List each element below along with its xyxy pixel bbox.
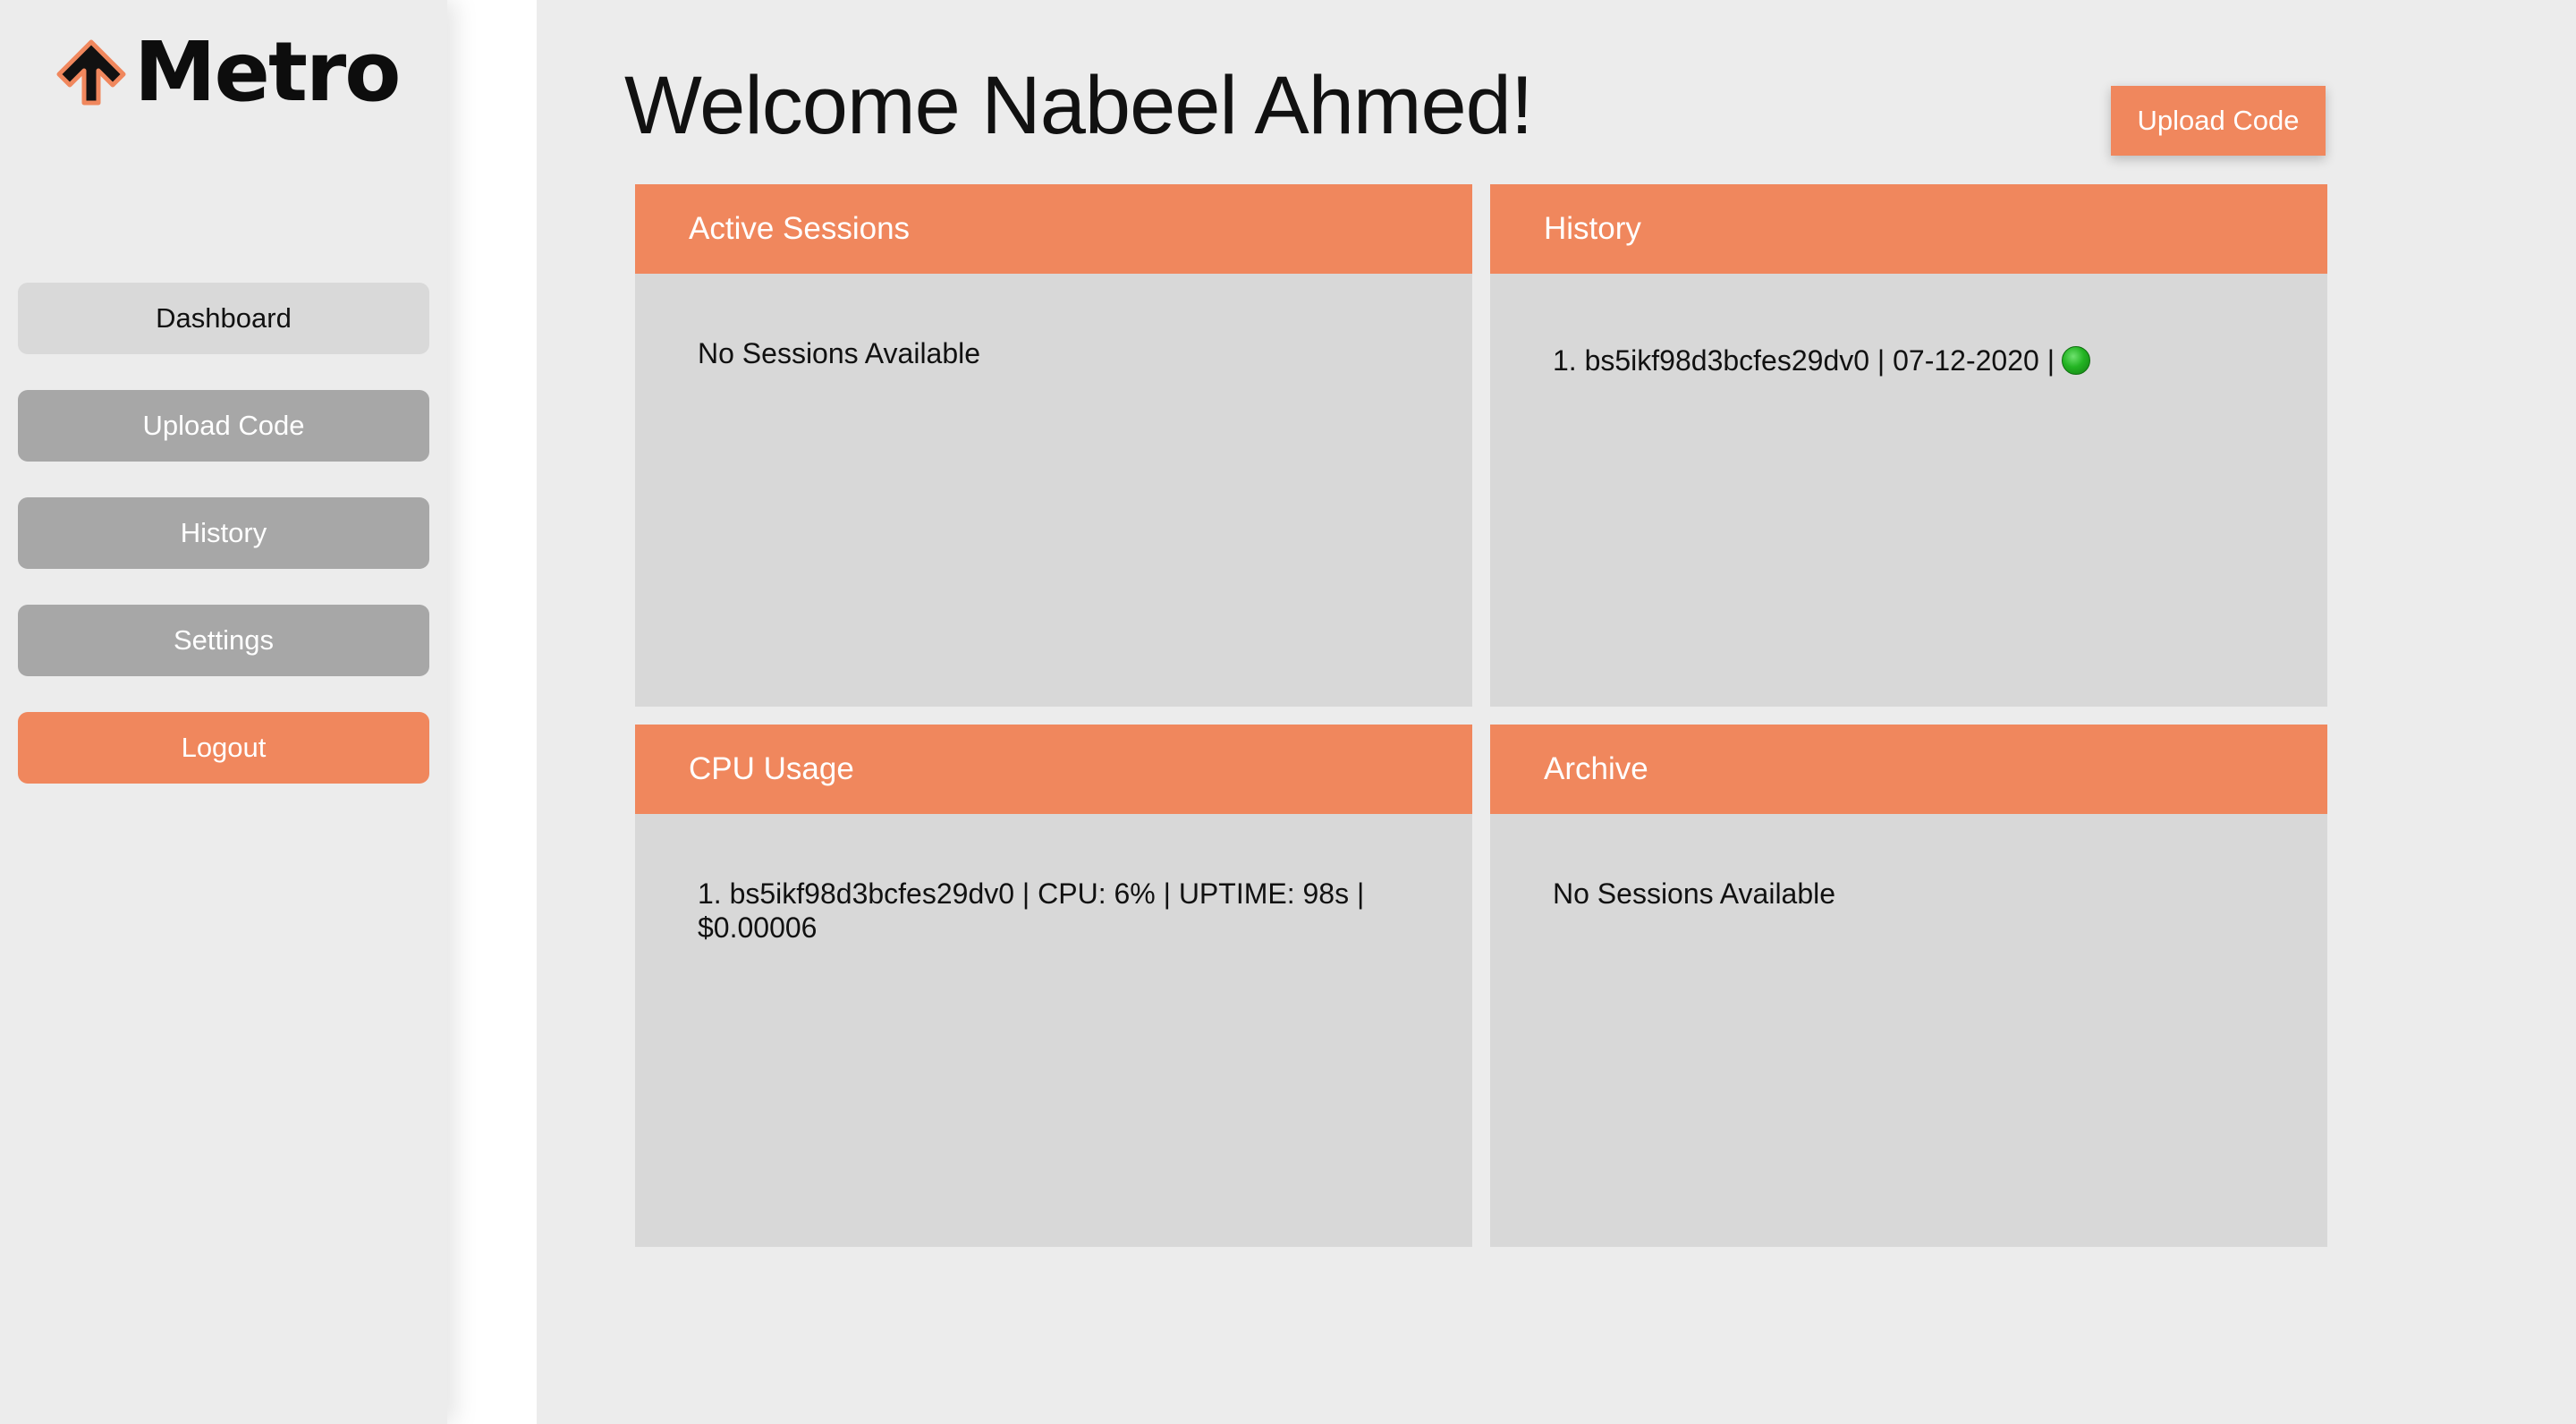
sidebar-item-upload-code[interactable]: Upload Code — [18, 390, 429, 462]
page-title: Welcome Nabeel Ahmed! — [624, 60, 1533, 151]
active-sessions-body: No Sessions Available — [635, 274, 1472, 370]
list-item-number: 1. — [1553, 344, 1577, 377]
upload-code-button[interactable]: Upload Code — [2111, 86, 2326, 156]
panel-title-active-sessions: Active Sessions — [635, 184, 1472, 274]
sidebar: Metro Dashboard Upload Code History Sett… — [0, 0, 447, 1424]
panel-title-history: History — [1490, 184, 2327, 274]
sidebar-item-dashboard[interactable]: Dashboard — [18, 283, 429, 354]
archive-body: No Sessions Available — [1490, 814, 2327, 911]
empty-state-text: No Sessions Available — [698, 337, 981, 369]
empty-state-text: No Sessions Available — [1553, 877, 1836, 910]
history-list: 1. bs5ikf98d3bcfes29dv0 | 07-12-2020 | — [1553, 343, 2265, 377]
logout-button[interactable]: Logout — [18, 712, 429, 784]
brand-name: Metro — [134, 24, 402, 120]
cpu-usage-panel: CPU Usage 1. bs5ikf98d3bcfes29dv0 | CPU:… — [635, 725, 1472, 1247]
cpu-usage-list: 1. bs5ikf98d3bcfes29dv0 | CPU: 6% | UPTI… — [698, 877, 1410, 945]
history-body: 1. bs5ikf98d3bcfes29dv0 | 07-12-2020 | — [1490, 274, 2327, 377]
main-content: Welcome Nabeel Ahmed! Upload Code Active… — [537, 0, 2576, 1424]
list-item-text: bs5ikf98d3bcfes29dv0 | 07-12-2020 | — [1584, 344, 2055, 377]
list-item-text: bs5ikf98d3bcfes29dv0 | CPU: 6% | UPTIME:… — [698, 877, 1365, 944]
sidebar-item-settings[interactable]: Settings — [18, 605, 429, 676]
brand-logo[interactable]: Metro — [54, 24, 402, 120]
active-sessions-panel: Active Sessions No Sessions Available — [635, 184, 1472, 707]
cpu-usage-body: 1. bs5ikf98d3bcfes29dv0 | CPU: 6% | UPTI… — [635, 814, 1472, 945]
panel-title-archive: Archive — [1490, 725, 2327, 814]
list-item[interactable]: 1. bs5ikf98d3bcfes29dv0 | 07-12-2020 | — [1553, 343, 2265, 377]
cpu-usage-line: 1. bs5ikf98d3bcfes29dv0 | CPU: 6% | UPTI… — [698, 877, 1377, 945]
list-item-number: 1. — [698, 877, 722, 910]
status-success-icon — [2062, 346, 2091, 375]
up-arrow-icon — [54, 37, 129, 108]
history-panel: History 1. bs5ikf98d3bcfes29dv0 | 07-12-… — [1490, 184, 2327, 707]
archive-panel: Archive No Sessions Available — [1490, 725, 2327, 1247]
panel-title-cpu-usage: CPU Usage — [635, 725, 1472, 814]
sidebar-item-history[interactable]: History — [18, 497, 429, 569]
list-item[interactable]: 1. bs5ikf98d3bcfes29dv0 | CPU: 6% | UPTI… — [698, 877, 1410, 945]
